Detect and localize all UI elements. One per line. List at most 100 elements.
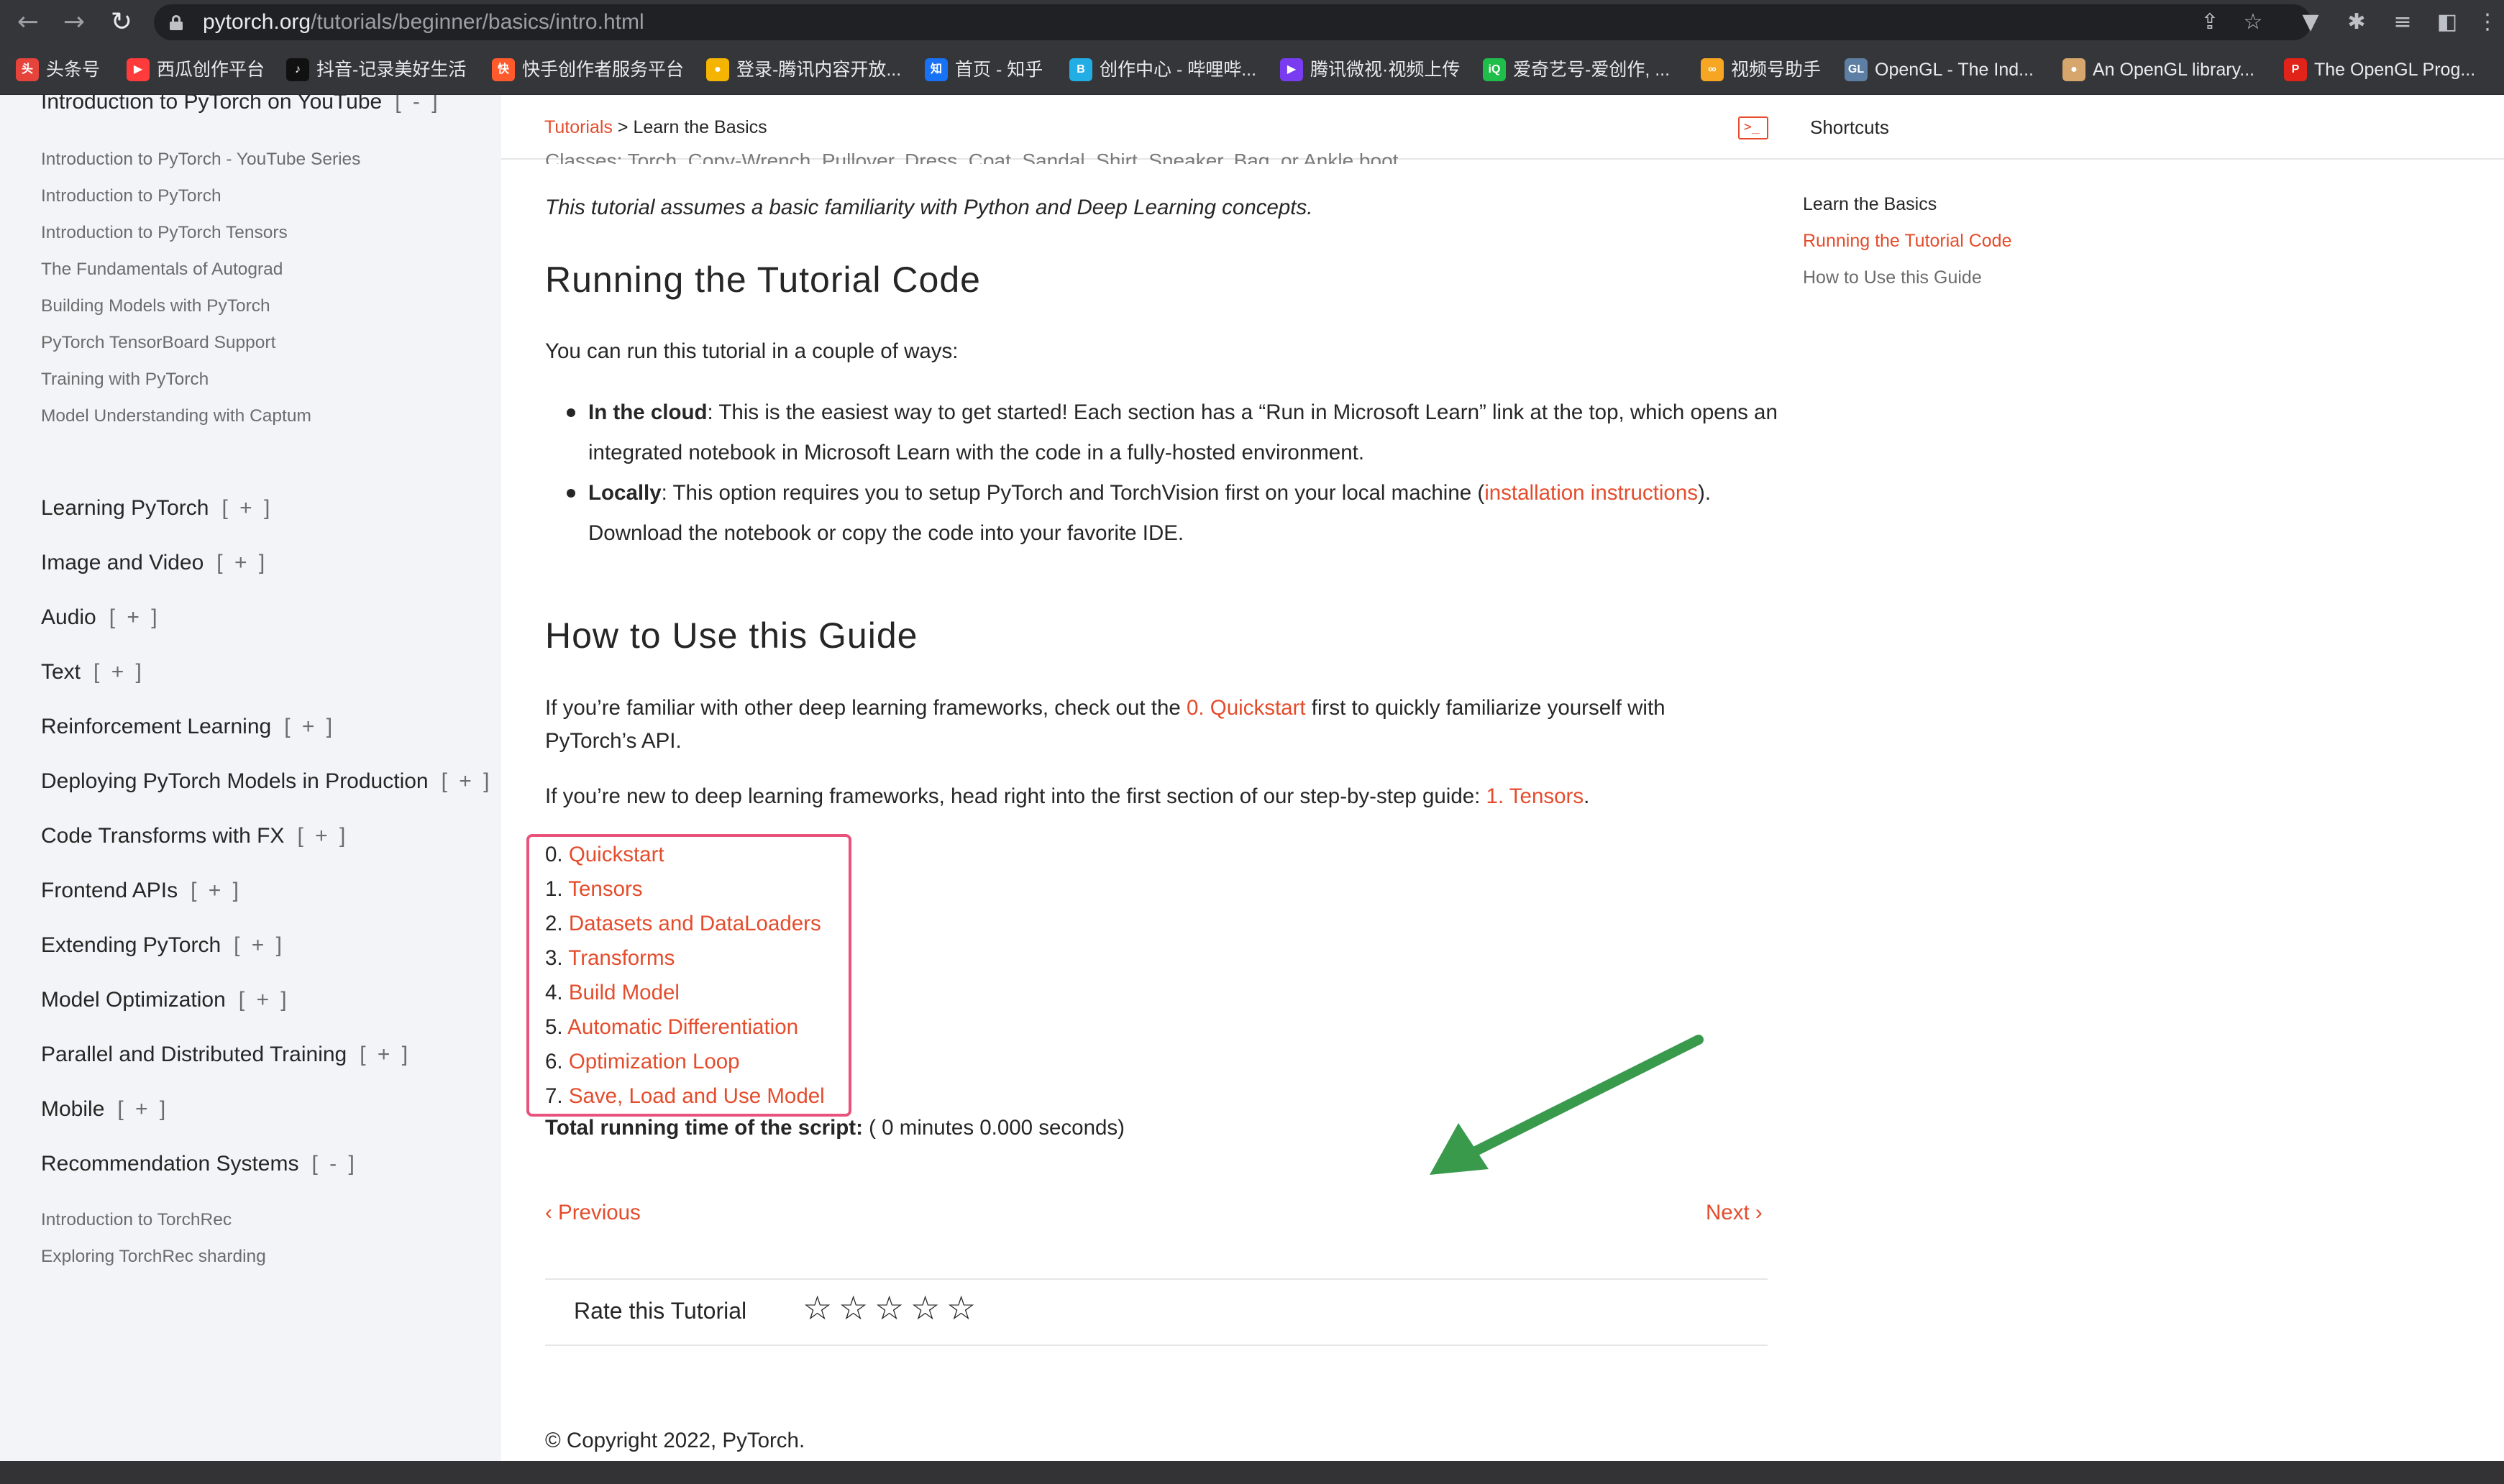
rating-star-icon[interactable]: ☆ xyxy=(839,1290,874,1326)
sidebar-section-youtube[interactable]: Introduction to PyTorch on YouTube [ - ] xyxy=(41,95,441,114)
guide-link[interactable]: Optimization Loop xyxy=(569,1050,740,1073)
bookmark-item[interactable]: 知首页 - 知乎 xyxy=(925,45,1043,95)
bookmark-item[interactable]: ∞ 视频号助手 xyxy=(1701,45,1821,95)
guide-link[interactable]: Quickstart xyxy=(569,843,664,866)
forward-icon[interactable]: → xyxy=(58,6,91,39)
sidebar-section[interactable]: Parallel and Distributed Training [ + ] xyxy=(41,1043,411,1067)
right-toc-title[interactable]: Learn the Basics xyxy=(1803,194,1937,215)
expand-toggle[interactable]: [ + ] xyxy=(117,1097,168,1121)
bookmark-item[interactable]: ♪ 抖音-记录美好生活 xyxy=(286,45,466,95)
expand-toggle[interactable]: [ + ] xyxy=(360,1043,411,1066)
expand-toggle[interactable]: [ + ] xyxy=(284,715,335,738)
right-toc-item-running[interactable]: Running the Tutorial Code xyxy=(1803,231,2011,252)
sidebar-subitem[interactable]: The Fundamentals of Autograd xyxy=(41,260,283,280)
lock-icon[interactable] xyxy=(170,15,183,30)
vue-devtools-icon[interactable]: ▼ xyxy=(2294,6,2327,39)
sidebar-subitem[interactable]: Introduction to PyTorch - YouTube Series xyxy=(41,150,360,170)
quickstart-link[interactable]: 0. Quickstart xyxy=(1187,696,1306,720)
sidebar-subitem[interactable]: Introduction to PyTorch Tensors xyxy=(41,223,288,243)
sidebar-section[interactable]: Text [ + ] xyxy=(41,660,145,684)
back-icon[interactable]: ← xyxy=(12,6,45,39)
expand-toggle[interactable]: [ + ] xyxy=(221,496,273,520)
tensors-link[interactable]: 1. Tensors xyxy=(1486,784,1584,808)
expand-toggle[interactable]: [ + ] xyxy=(234,933,285,957)
guide-link[interactable]: Build Model xyxy=(569,981,680,1004)
bookmark-item[interactable]: ● An OpenGL library... xyxy=(2062,45,2254,95)
bookmark-item[interactable]: ▶ 腾讯微视·视频上传 xyxy=(1280,45,1460,95)
sidebar-section[interactable]: Mobile [ + ] xyxy=(41,1097,168,1122)
sidebar-section[interactable]: Code Transforms with FX [ + ] xyxy=(41,824,348,848)
sidebar-section[interactable]: Deploying PyTorch Models in Production [ … xyxy=(41,769,492,794)
bookmark-item[interactable]: ● 登录-腾讯内容开放... xyxy=(706,45,901,95)
share-icon[interactable]: ⇪ xyxy=(2193,6,2226,39)
sidebar-section-label: Mobile xyxy=(41,1097,105,1121)
guide-link[interactable]: Tensors xyxy=(568,877,642,901)
rating-star-icon[interactable]: ☆ xyxy=(803,1290,839,1326)
url-text[interactable]: pytorch.org/tutorials/beginner/basics/in… xyxy=(203,4,644,40)
sidebar-subitem[interactable]: Building Models with PyTorch xyxy=(41,296,270,316)
bookmark-item[interactable]: B 创作中心 - 哔哩哔... xyxy=(1069,45,1256,95)
expand-toggle[interactable]: [ + ] xyxy=(191,879,242,902)
reload-icon[interactable]: ↻ xyxy=(105,6,138,39)
installation-instructions-link[interactable]: installation instructions xyxy=(1484,481,1698,505)
rating-star-icon[interactable]: ☆ xyxy=(910,1290,946,1326)
sidebar-subitem[interactable]: Introduction to PyTorch xyxy=(41,186,221,206)
bookmark-favicon-icon: GL xyxy=(1845,58,1868,81)
bookmark-label: 腾讯微视·视频上传 xyxy=(1310,60,1461,80)
expand-toggle[interactable]: [ + ] xyxy=(442,769,493,793)
copyright: © Copyright 2022, PyTorch. xyxy=(545,1429,805,1452)
familiar-text-c: PyTorch’s API. xyxy=(545,729,682,753)
side-panel-icon[interactable]: ◧ xyxy=(2431,6,2464,39)
bookmark-item[interactable]: ▶ 西瓜创作平台 xyxy=(127,45,265,95)
rating-star-icon[interactable]: ☆ xyxy=(946,1290,982,1326)
sidebar-section[interactable]: Audio [ + ] xyxy=(41,605,160,630)
reading-list-icon[interactable]: ≡ xyxy=(2386,6,2419,39)
menu-icon[interactable]: ⋮ xyxy=(2471,6,2504,39)
expand-toggle[interactable]: [ - ] xyxy=(311,1152,357,1176)
bookmark-item[interactable]: GL OpenGL - The Ind... xyxy=(1845,45,2034,95)
guide-list-item: 7. Save, Load and Use Model xyxy=(545,1084,825,1109)
sidebar-section[interactable]: Learning PyTorch [ + ] xyxy=(41,496,273,521)
bookmark-item[interactable]: 快快手创作者服务平台 xyxy=(492,45,684,95)
extensions-icon[interactable]: ✱ xyxy=(2340,6,2373,39)
right-toc-item-guide[interactable]: How to Use this Guide xyxy=(1803,267,1982,288)
expand-toggle[interactable]: [ + ] xyxy=(109,605,160,629)
sidebar-section[interactable]: Model Optimization [ + ] xyxy=(41,988,290,1012)
guide-list-item: 5. Automatic Differentiation xyxy=(545,1015,798,1040)
breadcrumb-link-tutorials[interactable]: Tutorials xyxy=(544,117,613,137)
sidebar-subitem[interactable]: Training with PyTorch xyxy=(41,370,209,390)
guide-link[interactable]: Automatic Differentiation xyxy=(567,1015,798,1039)
bookmark-star-icon[interactable]: ☆ xyxy=(2236,6,2270,39)
bookmark-item[interactable]: 头头条号 xyxy=(16,45,100,95)
rating-star-icon[interactable]: ☆ xyxy=(874,1290,910,1326)
address-bar[interactable]: pytorch.org/tutorials/beginner/basics/in… xyxy=(154,4,2311,40)
guide-link[interactable]: Transforms xyxy=(568,946,675,970)
divider xyxy=(545,1345,1768,1346)
expand-toggle[interactable]: [ + ] xyxy=(93,660,145,684)
terminal-icon[interactable]: >_ xyxy=(1738,116,1768,139)
expand-toggle[interactable]: [ + ] xyxy=(216,551,268,574)
bookmark-item[interactable]: P The OpenGL Prog... xyxy=(2284,45,2475,95)
guide-link[interactable]: Save, Load and Use Model xyxy=(569,1084,825,1108)
previous-link[interactable]: ‹ Previous xyxy=(545,1201,641,1225)
bookmark-item[interactable]: iQ 爱奇艺号-爱创作, ... xyxy=(1483,45,1670,95)
sidebar-subitem[interactable]: Introduction to TorchRec xyxy=(41,1210,232,1230)
bookmark-label: 抖音-记录美好生活 xyxy=(316,60,467,80)
sidebar-subitem[interactable]: Model Understanding with Captum xyxy=(41,406,311,426)
sidebar-subitem[interactable]: Exploring TorchRec sharding xyxy=(41,1247,266,1267)
sidebar-section[interactable]: Extending PyTorch [ + ] xyxy=(41,933,285,958)
sidebar-subitem[interactable]: PyTorch TensorBoard Support xyxy=(41,333,275,353)
bookmark-favicon-icon: B xyxy=(1069,58,1092,81)
sidebar-section[interactable]: Frontend APIs [ + ] xyxy=(41,879,242,903)
highlight-box xyxy=(526,834,851,1117)
guide-link[interactable]: Datasets and DataLoaders xyxy=(569,912,821,935)
sidebar-section[interactable]: Image and Video [ + ] xyxy=(41,551,268,575)
expand-toggle[interactable]: [ + ] xyxy=(297,824,348,848)
sidebar-section[interactable]: Recommendation Systems [ - ] xyxy=(41,1152,357,1176)
sidebar-section[interactable]: Reinforcement Learning [ + ] xyxy=(41,715,335,739)
sidebar-section-label: Audio xyxy=(41,605,96,629)
collapse-toggle[interactable]: [ - ] xyxy=(395,95,440,114)
next-link[interactable]: Next › xyxy=(1706,1201,1763,1225)
sidebar: Introduction to PyTorch on YouTube[ - ] … xyxy=(0,95,501,1461)
expand-toggle[interactable]: [ + ] xyxy=(239,988,290,1012)
